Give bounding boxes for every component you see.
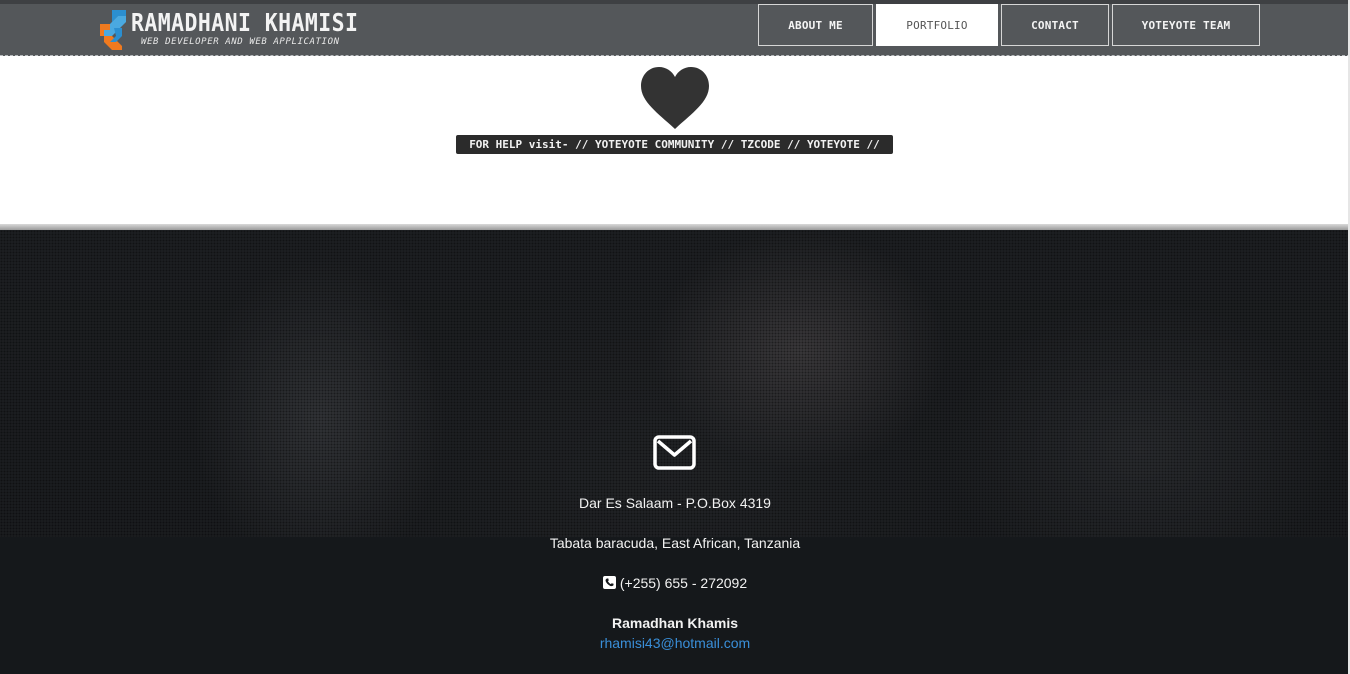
nav-about-me-label: ABOUT ME [788, 18, 843, 32]
address-line-2: Tabata baracuda, East African, Tanzania [549, 535, 801, 551]
phone-line: (+255) 655 - 272092 [0, 575, 1350, 591]
email-link[interactable]: rhamisi43@hotmail.com [600, 635, 750, 651]
footer-dot-overlay [0, 230, 1348, 537]
email-line: rhamisi43@hotmail.com [0, 635, 1350, 651]
heart-icon [641, 67, 709, 129]
nav-contact[interactable]: CONTACT [1001, 4, 1109, 46]
nav-about-me[interactable]: ABOUT ME [758, 4, 873, 46]
nav-yoteyote-team[interactable]: YOTEYOTE TEAM [1112, 4, 1260, 46]
phone-square-icon [602, 576, 616, 589]
address-line-1: Dar Es Salaam - P.O.Box 4319 [579, 495, 771, 511]
logo-tagline: WEB DEVELOPER AND WEB APPLICATION [141, 37, 340, 47]
nav-portfolio[interactable]: PORTFOLIO [876, 4, 998, 46]
contact-name: Ramadhan Khamis [611, 615, 739, 631]
envelope-icon [653, 435, 696, 470]
logo-mark-icon [100, 10, 126, 50]
nav-yoteyote-team-label: YOTEYOTE TEAM [1141, 18, 1231, 32]
help-banner: FOR HELP visit- // YOTEYOTE COMMUNITY //… [456, 135, 893, 154]
phone-number: (+255) 655 - 272092 [619, 575, 748, 591]
top-navbar: RAMADHANI KHAMISI WEB DEVELOPER AND WEB … [0, 0, 1350, 56]
nav-contact-label: CONTACT [1031, 18, 1079, 32]
logo-name: RAMADHANI KHAMISI [131, 8, 359, 37]
nav-portfolio-label: PORTFOLIO [906, 18, 968, 32]
